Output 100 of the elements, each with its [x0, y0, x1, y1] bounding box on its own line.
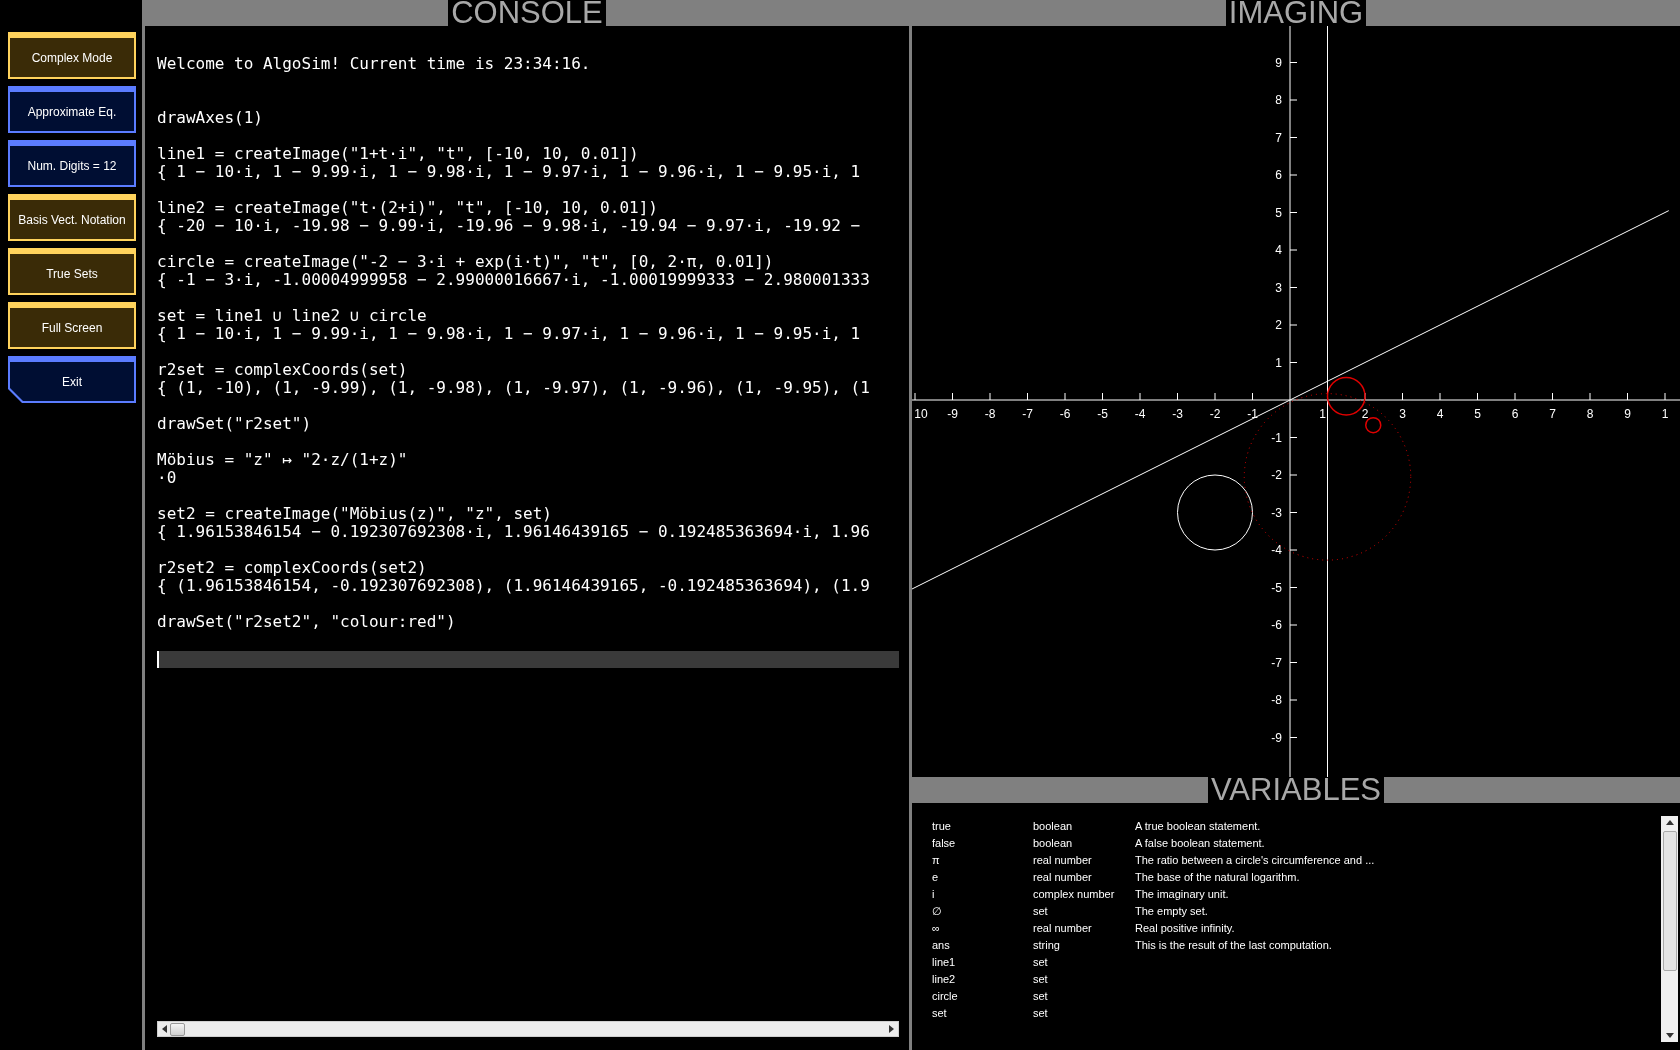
variable-description: The imaginary unit. [1135, 887, 1229, 902]
variable-name: ∞ [932, 921, 941, 936]
variable-type: real number [1033, 870, 1093, 885]
y-tick-label: -5 [1271, 580, 1282, 595]
x-tick-label: 9 [1624, 407, 1631, 421]
x-tick-label: 5 [1474, 407, 1481, 421]
result-text: { (1.96153846154, -0.192307692308), (1.96146439165, -0.192485363694), (1.9 [157, 577, 870, 595]
variable-description: Real positive infinity. [1135, 921, 1235, 936]
variable-type: set [1033, 955, 1049, 970]
variable-type: set [1033, 989, 1049, 1004]
variable-name: ∅ [932, 904, 943, 919]
x-tick-label: -7 [1022, 407, 1033, 421]
variable-name: e [932, 870, 940, 885]
x-tick-label: -6 [1059, 407, 1071, 421]
sidebar-button[interactable]: Exit [8, 356, 136, 403]
y-tick-label: -8 [1271, 693, 1282, 707]
y-tick-label: 9 [1275, 55, 1282, 70]
variable-name: line2 [932, 972, 957, 987]
tiny-circle [1365, 416, 1382, 434]
y-tick-label: 4 [1275, 243, 1282, 257]
variable-name: circle [932, 989, 959, 1004]
panel-title: VARIABLES [1208, 777, 1384, 803]
sidebar-button[interactable]: Basis Vect. Notation [8, 194, 136, 241]
y-tick-label: 8 [1275, 93, 1282, 107]
variable-type: set [1033, 972, 1049, 987]
x-tick-label: -3 [1172, 407, 1183, 421]
sidebar-button[interactable]: True Sets [8, 248, 136, 295]
x-tick-label: 6 [1511, 407, 1519, 421]
sidebar-button[interactable]: Num. Digits = 12 [8, 140, 136, 187]
x-tick-label: 7 [1549, 407, 1556, 421]
y-tick-label: -7 [1271, 655, 1282, 670]
variable-type: boolean [1033, 836, 1074, 851]
x-tick-label: 3 [1399, 407, 1406, 421]
command-text: line1 = createImage("1+t·i", "t", [-10, 10, 0.01]) [157, 145, 639, 163]
variable-name: i [932, 887, 936, 902]
x-tick-label: -9 [947, 407, 958, 421]
variable-type: complex number [1033, 887, 1116, 902]
variable-description: The empty set. [1135, 904, 1208, 919]
panel-title: IMAGING [1225, 0, 1367, 26]
result-text: { -20 − 10·i, -19.98 − 9.99·i, -19.96 − 9.98·i, -19.94 − 9.97·i, -19.92 − [157, 217, 861, 235]
x-tick-label: 10 [914, 407, 928, 421]
down-arrow-icon[interactable] [1665, 1033, 1674, 1038]
result-text: ·0 [157, 469, 177, 487]
right-arrow-icon[interactable] [889, 1025, 894, 1033]
scrollbar-thumb[interactable] [1662, 831, 1677, 971]
result-text: { 1.96153846154 − 0.192307692308·i, 1.96146439165 − 0.192485363694·i, 1.96 [157, 523, 870, 541]
variable-type: boolean [1033, 819, 1074, 834]
variable-type: real number [1033, 921, 1093, 936]
y-tick-label: 3 [1275, 280, 1282, 295]
small-circle [1326, 376, 1366, 416]
command-text: set = line1 ∪ line2 ∪ circle [157, 307, 427, 325]
left-arrow-icon[interactable] [162, 1025, 167, 1033]
command-text: line2 = createImage("t·(2+i)", "t", [-10, 10, 0.01]) [157, 199, 658, 217]
y-tick-label: 1 [1275, 355, 1282, 370]
sidebar-button[interactable]: Complex Mode [8, 32, 136, 79]
variable-type: set [1033, 1006, 1049, 1021]
sidebar-button[interactable]: Full Screen [8, 302, 136, 349]
y-tick-label: -3 [1271, 505, 1282, 520]
variable-type: set [1033, 904, 1049, 919]
variable-description: The base of the natural logarithm. [1135, 870, 1300, 885]
sidebar-button[interactable]: Approximate Eq. [8, 86, 136, 133]
variable-description: A false boolean statement. [1135, 836, 1265, 851]
variable-name: line1 [932, 955, 957, 970]
result-text: { 1 − 10·i, 1 − 9.99·i, 1 − 9.98·i, 1 − 9.97·i, 1 − 9.96·i, 1 − 9.95·i, 1 [157, 163, 861, 181]
variable-name: set [932, 1006, 948, 1021]
panel-title: CONSOLE [448, 0, 606, 26]
vertical-scrollbar[interactable] [1661, 816, 1678, 1042]
y-tick-label: 7 [1275, 130, 1282, 145]
x-tick-label: 1 [1319, 407, 1326, 421]
result-text: { -1 − 3·i, -1.00004999958 − 2.99000016667·i, -1.00019999333 − 2.980001333 [157, 271, 870, 289]
command-text: drawSet("r2set") [157, 415, 312, 433]
scrollbar-thumb[interactable] [170, 1022, 185, 1036]
command-text: Möbius = "z" ↦ "2·z/(1+z)" [157, 451, 408, 469]
horizontal-scrollbar[interactable] [157, 1021, 899, 1037]
y-tick-label: -1 [1271, 430, 1282, 445]
variable-description: A true boolean statement. [1135, 819, 1261, 834]
up-arrow-icon[interactable] [1665, 820, 1674, 825]
variable-description: The ratio between a circle's circumference and ... [1135, 853, 1375, 868]
command-text: r2set2 = complexCoords(set2) [157, 559, 427, 577]
y-tick-label: -9 [1271, 730, 1282, 745]
command-text: r2set = complexCoords(set) [157, 361, 408, 379]
command-text: circle = createImage("-2 − 3·i + exp(i·t)", "t", [0, 2·π, 0.01]) [157, 253, 774, 271]
command-text: drawAxes(1) [157, 109, 263, 127]
variable-type: real number [1033, 853, 1093, 868]
variable-type: string [1033, 938, 1061, 953]
command-text: drawSet("r2set2", "colour:red") [157, 613, 456, 631]
x-tick-label: -8 [984, 407, 996, 421]
y-tick-label: -4 [1271, 543, 1282, 557]
x-tick-label: 2 [1361, 407, 1369, 421]
x-tick-label: -5 [1097, 407, 1108, 421]
command-input-field[interactable] [157, 651, 899, 668]
variable-name: true [932, 819, 952, 834]
variable-name: ans [932, 938, 951, 953]
y-tick-label: -2 [1271, 468, 1282, 482]
command-text: set2 = createImage("Möbius(z)", "z", set) [157, 505, 552, 523]
x-tick-label: -2 [1209, 407, 1221, 421]
y-tick-label: 6 [1275, 168, 1282, 182]
y-tick-label: -6 [1271, 618, 1282, 632]
y-tick-label: 2 [1275, 318, 1282, 332]
x-tick-label: 1 [1661, 407, 1669, 421]
